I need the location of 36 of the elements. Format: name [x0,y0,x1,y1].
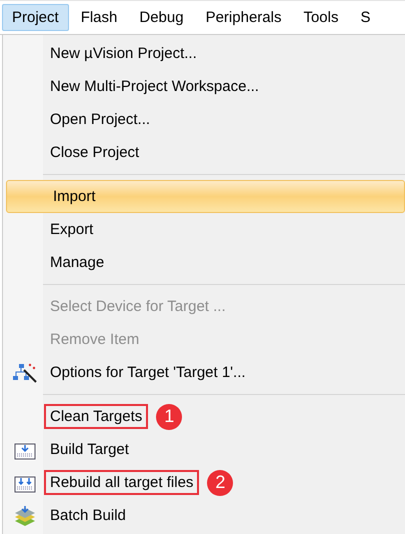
menu-item-label: Import [52,187,97,207]
menu-item-label: Options for Target 'Target 1'... [49,363,247,383]
menu-item-label: Batch Build [49,506,127,526]
menu-bar-item[interactable]: Project [2,4,69,31]
highlight-box: Clean Targets [44,404,148,429]
highlight-box: Rebuild all target files [44,470,200,495]
menu-item[interactable]: Close Project [3,136,405,169]
menu-item[interactable]: Options for Target 'Target 1'... [3,356,405,389]
callout-badge: 2 [207,470,234,496]
menu-bar-item[interactable]: Debug [129,4,194,31]
menu-bar-item[interactable]: S [350,4,380,31]
menu-item[interactable]: Manage [3,246,405,279]
menu-item[interactable]: Export [3,213,405,246]
menu-item-label: New µVision Project... [49,44,198,64]
menu-bar-item[interactable]: Flash [70,4,128,31]
menu-item-label: Select Device for Target ... [49,297,227,317]
menu-item-label: Remove Item [49,330,140,350]
menu-item-label: Open Project... [49,110,152,130]
menu-item[interactable]: Rebuild all target files 2 [3,466,405,499]
menu-item[interactable]: New Multi-Project Workspace... [3,70,405,103]
menu-item-label: Manage [49,253,106,273]
menu-bar-item[interactable]: Peripherals [196,4,292,31]
menu-item-label: Build Target [49,440,130,460]
menu-item[interactable]: Build Target [3,433,405,466]
menu-item[interactable]: Import [6,180,405,213]
menu-item-label: Export [49,220,94,240]
menu-item-label: Close Project [49,143,140,163]
menu-item[interactable]: New µVision Project... [3,37,405,70]
menu-item[interactable]: Batch Build [3,499,405,532]
menu-item-label: New Multi-Project Workspace... [49,77,260,97]
menu-item[interactable]: Clean Targets 1 [3,400,405,433]
menu-item[interactable]: Open Project... [3,103,405,136]
magic-wand-icon [12,362,38,384]
callout-badge: 1 [156,404,182,430]
menu-bar-item[interactable]: Tools [293,4,348,31]
batch-build-icon [13,504,37,526]
